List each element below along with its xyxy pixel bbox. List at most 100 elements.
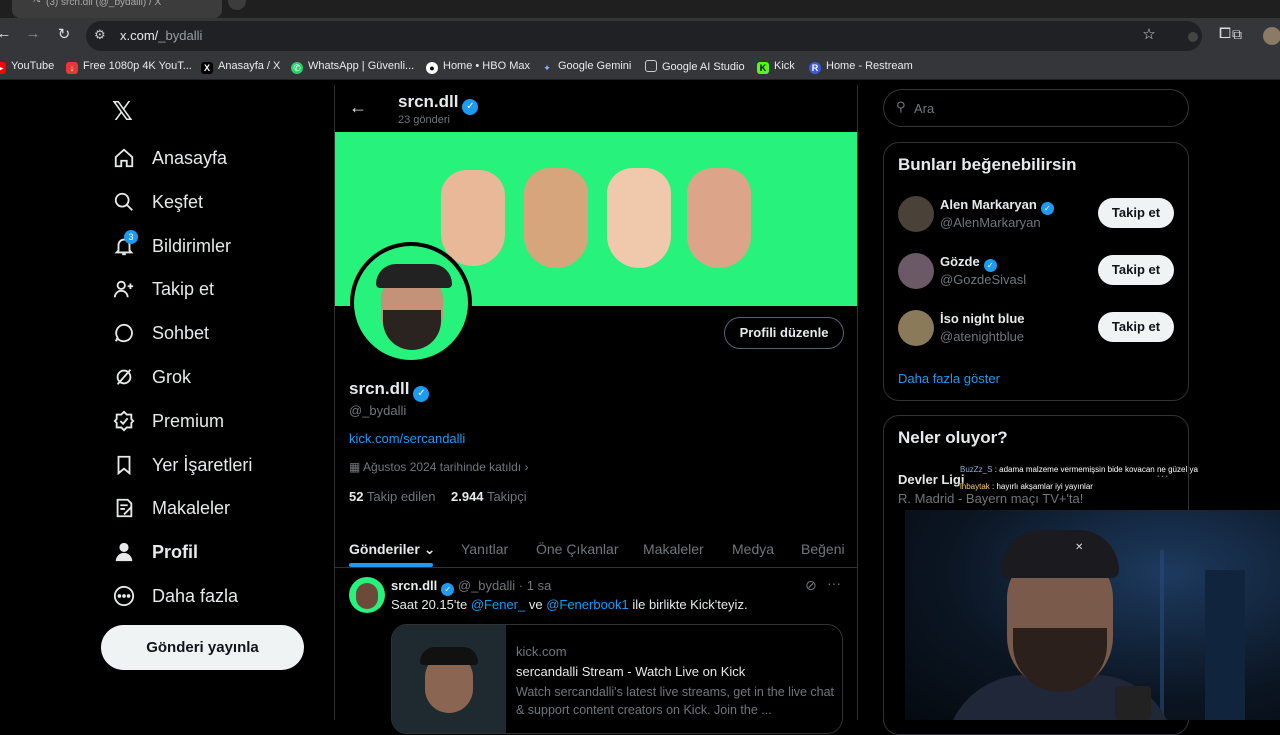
- extension-dot-icon[interactable]: [1188, 32, 1198, 42]
- chat-overlay-line: lhbaytak : hayırlı akşamlar iyi yayınlar: [960, 482, 1093, 491]
- banner-face: [524, 168, 588, 268]
- followers-stat[interactable]: 2.944 Takipçi: [451, 489, 527, 504]
- search-icon: ⚲: [896, 99, 906, 114]
- x-logo-icon: 𝕏: [32, 0, 41, 5]
- address-bar[interactable]: ⚙ x.com/_bydalli ⧉: [86, 21, 1242, 51]
- link-card-domain: kick.com: [516, 644, 567, 659]
- nav-follow[interactable]: Takip et: [112, 274, 214, 304]
- follow-button[interactable]: Takip et: [1098, 312, 1174, 342]
- bookmarks-bar: ▶YouTube ↓Free 1080p 4K YouT... XAnasayf…: [0, 54, 1280, 80]
- chat-overlay-line: BuzZz_S : adama malzeme vermemişsin bide…: [960, 465, 1198, 474]
- banner-face: [687, 168, 751, 268]
- search-box[interactable]: ⚲ Ara: [883, 89, 1189, 127]
- ai-studio-icon: [645, 60, 657, 72]
- verified-icon: ✓: [983, 259, 997, 272]
- tab-media[interactable]: Medya: [732, 541, 774, 557]
- post-button[interactable]: Gönderi yayınla: [101, 625, 304, 670]
- mention-link[interactable]: @Fenerbook1: [546, 597, 629, 612]
- kick-icon: K: [757, 62, 769, 74]
- tab-likes[interactable]: Beğeni: [801, 541, 845, 557]
- reload-icon[interactable]: ↻: [54, 25, 74, 43]
- more-icon: [112, 584, 136, 608]
- nav-bookmarks[interactable]: Yer İşaretleri: [112, 450, 252, 480]
- profile-link[interactable]: kick.com/sercandalli: [349, 431, 465, 446]
- verified-icon: ✓: [1040, 202, 1054, 215]
- link-card[interactable]: kick.com sercandalli Stream - Watch Live…: [391, 624, 843, 734]
- trends-title: Neler oluyor?: [898, 428, 1008, 447]
- nav-grok[interactable]: Grok: [112, 362, 191, 392]
- new-tab-button[interactable]: [228, 0, 246, 10]
- verified-icon: ✓: [462, 99, 479, 115]
- premium-icon: [112, 409, 136, 433]
- suggest-title: Bunları beğenebilirsin: [898, 155, 1077, 174]
- bookmark-free-1080p[interactable]: ↓ Free 1080p 4K YouT...: [66, 60, 192, 74]
- browser-tabstrip: 𝕏 (3) srcn.dll (@_bydalli) / X: [0, 0, 1280, 18]
- x-logo-icon: X: [201, 62, 213, 74]
- mention-link[interactable]: @Fener_: [471, 597, 525, 612]
- trend-subtitle: R. Madrid - Bayern maçı TV+'ta!: [898, 491, 1084, 506]
- avatar[interactable]: [898, 253, 934, 289]
- banner-face: [607, 168, 671, 268]
- tab-posts[interactable]: Gönderiler ⌄: [349, 541, 435, 558]
- bookmark-whatsapp[interactable]: ✆ WhatsApp | Güvenli...: [291, 60, 414, 74]
- avatar[interactable]: [898, 310, 934, 346]
- link-card-description: Watch sercandalli's latest live streams,…: [516, 685, 835, 717]
- edit-profile-button[interactable]: Profili düzenle: [724, 317, 844, 349]
- search-input[interactable]: Ara: [914, 101, 934, 116]
- bookmark-icon: [112, 453, 136, 477]
- profile-joined[interactable]: ▦ Ağustos 2024 tarihinde katıldı ›: [349, 460, 528, 474]
- link-card-title: sercandalli Stream - Watch Live on Kick: [516, 664, 746, 679]
- who-to-follow-card: Bunları beğenebilirsin Alen Markaryan ✓ @…: [883, 142, 1189, 401]
- tab-articles[interactable]: Makaleler: [643, 541, 704, 557]
- nav-more[interactable]: Daha fazla: [112, 581, 238, 611]
- browser-tab[interactable]: 𝕏 (3) srcn.dll (@_bydalli) / X: [12, 0, 222, 18]
- restream-icon: R: [809, 62, 821, 74]
- back-icon[interactable]: ←: [0, 25, 14, 42]
- suggestion-name: İso night blue: [940, 311, 1025, 326]
- site-settings-icon[interactable]: ⚙: [94, 27, 106, 43]
- bookmark-gemini[interactable]: ✦ Google Gemini: [541, 60, 631, 74]
- bookmark-hbo-max[interactable]: ● Home • HBO Max: [426, 60, 530, 74]
- profile-avatar-icon[interactable]: [1263, 27, 1280, 45]
- extensions-icon[interactable]: ⧠: [1215, 25, 1235, 42]
- x-logo-icon[interactable]: 𝕏: [112, 96, 133, 127]
- nav-chat[interactable]: Sohbet: [112, 318, 209, 348]
- header-title: srcn.dll ✓: [398, 92, 479, 115]
- more-options-icon[interactable]: ···: [827, 575, 841, 591]
- bookmark-kick[interactable]: K Kick: [757, 60, 795, 74]
- url-text: x.com/_bydalli: [120, 28, 203, 43]
- nav-profile[interactable]: Profil: [112, 537, 198, 567]
- following-stat[interactable]: 52 Takip edilen: [349, 489, 436, 504]
- nav-notifications[interactable]: 3 Bildirimler: [112, 230, 231, 261]
- nav-explore[interactable]: Keşfet: [112, 187, 203, 217]
- header-post-count: 23 gönderi: [398, 114, 450, 126]
- bookmark-ai-studio[interactable]: Google AI Studio: [645, 60, 745, 73]
- nav-articles[interactable]: Makaleler: [112, 493, 230, 523]
- bookmark-anasayfa-x[interactable]: X Anasayfa / X: [201, 60, 280, 74]
- tab-replies[interactable]: Yanıtlar: [461, 541, 508, 557]
- forward-icon[interactable]: →: [23, 25, 43, 42]
- bell-icon: 3: [112, 230, 138, 258]
- nav-home[interactable]: Anasayfa: [112, 143, 227, 173]
- grok-icon[interactable]: ⊘: [805, 577, 817, 594]
- nav-premium[interactable]: Premium: [112, 406, 224, 436]
- post-avatar[interactable]: [349, 577, 385, 613]
- bookmark-youtube[interactable]: ▶YouTube: [0, 60, 54, 74]
- bookmark-restream[interactable]: R Home - Restream: [809, 60, 913, 74]
- profile-handle: @_bydalli: [349, 403, 407, 418]
- show-more-link[interactable]: Daha fazla göster: [898, 371, 1000, 386]
- back-arrow-icon[interactable]: ←: [349, 97, 367, 118]
- profile-name: srcn.dll ✓: [349, 379, 430, 402]
- notification-badge: 3: [124, 230, 138, 244]
- follow-button[interactable]: Takip et: [1098, 198, 1174, 228]
- tab-highlights[interactable]: Öne Çıkanlar: [536, 541, 618, 557]
- chevron-right-icon: ›: [521, 460, 529, 474]
- webcam-overlay: ✕: [905, 510, 1280, 720]
- avatar[interactable]: [898, 196, 934, 232]
- star-icon[interactable]: ☆: [1139, 25, 1159, 43]
- trend-name[interactable]: Devler Ligi: [898, 472, 964, 487]
- profile-avatar[interactable]: [350, 242, 472, 364]
- youtube-icon: ▶: [0, 62, 6, 74]
- link-card-thumbnail: [392, 625, 506, 733]
- follow-button[interactable]: Takip et: [1098, 255, 1174, 285]
